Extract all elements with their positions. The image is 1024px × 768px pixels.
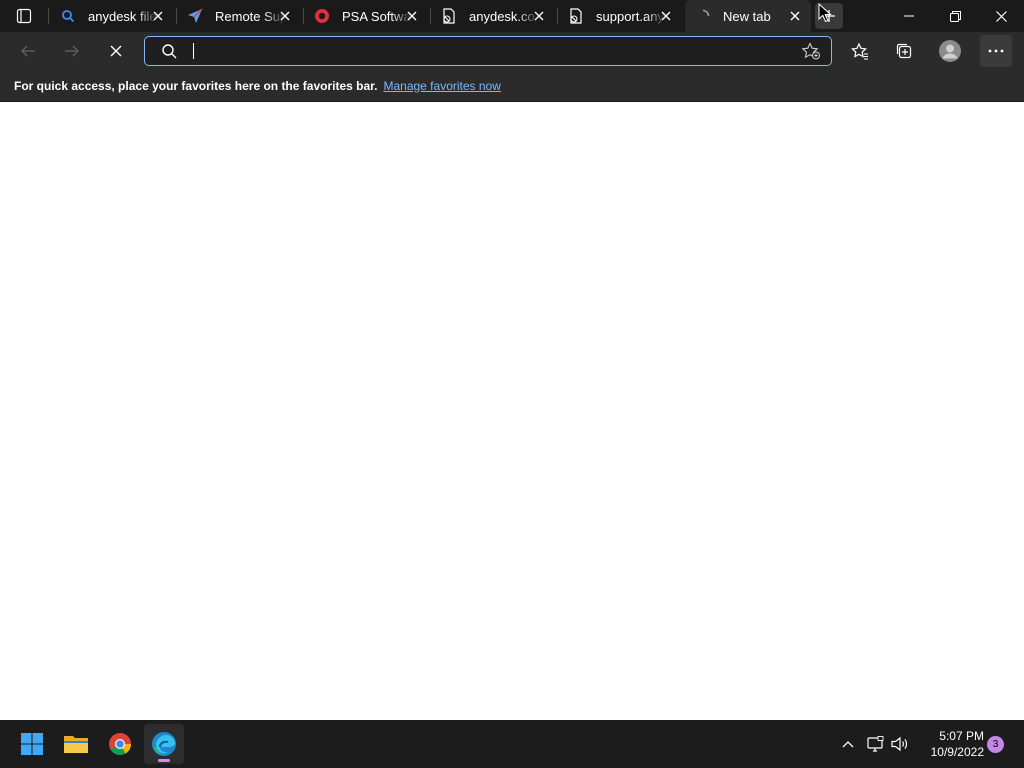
tab-support-anydesk[interactable]: support.any bbox=[558, 0, 682, 32]
favorites-bar: For quick access, place your favorites h… bbox=[0, 70, 1024, 102]
collections-icon bbox=[896, 43, 912, 59]
forward-button[interactable] bbox=[56, 35, 88, 67]
tab-title: New tab bbox=[723, 8, 771, 24]
search-icon bbox=[60, 8, 76, 24]
network-button[interactable] bbox=[864, 720, 886, 768]
edge-button[interactable] bbox=[144, 724, 184, 764]
file-explorer-icon bbox=[64, 736, 88, 753]
navigation-toolbar bbox=[0, 32, 1024, 70]
manage-favorites-link[interactable]: Manage favorites now bbox=[383, 79, 500, 93]
tab-close-icon[interactable] bbox=[531, 8, 547, 24]
close-window-button[interactable] bbox=[978, 0, 1024, 32]
stop-loading-button[interactable] bbox=[100, 35, 132, 67]
tab-separator bbox=[48, 8, 49, 24]
ring-icon bbox=[314, 8, 330, 24]
chrome-icon bbox=[109, 733, 131, 755]
tab-title: anydesk file bbox=[88, 8, 157, 24]
taskbar: 5:07 PM 10/9/2022 bbox=[0, 720, 1024, 768]
loading-icon bbox=[695, 8, 711, 24]
clock-date: 10/9/2022 bbox=[930, 745, 984, 759]
volume-icon bbox=[891, 736, 908, 752]
tab-close-icon[interactable] bbox=[787, 8, 803, 24]
collections-button[interactable] bbox=[888, 35, 920, 67]
desktop: anydesk file Remote Sup PSA Softwa anyde… bbox=[0, 0, 1024, 768]
close-icon bbox=[995, 10, 1007, 22]
address-input[interactable] bbox=[189, 40, 769, 62]
stop-icon bbox=[110, 45, 122, 57]
tab-close-icon[interactable] bbox=[150, 8, 166, 24]
favorites-icon bbox=[851, 42, 868, 60]
network-icon bbox=[867, 736, 884, 752]
tab-title: Remote Sup bbox=[215, 8, 285, 24]
chevron-up-icon bbox=[842, 741, 854, 748]
tab-anydesk-file[interactable]: anydesk file bbox=[50, 0, 174, 32]
volume-button[interactable] bbox=[889, 720, 911, 768]
back-button[interactable] bbox=[12, 35, 44, 67]
more-options-icon bbox=[988, 49, 1004, 53]
notification-badge[interactable]: 3 bbox=[987, 736, 1004, 753]
page-content[interactable] bbox=[0, 103, 1024, 720]
tab-anydesk-com[interactable]: anydesk.co bbox=[431, 0, 555, 32]
address-bar[interactable] bbox=[144, 36, 832, 66]
running-indicator bbox=[158, 759, 170, 762]
profile-button[interactable] bbox=[934, 35, 966, 67]
minimize-button[interactable] bbox=[886, 0, 932, 32]
back-arrow-icon bbox=[20, 45, 35, 57]
show-hidden-icons-button[interactable] bbox=[838, 720, 858, 768]
tab-close-icon[interactable] bbox=[277, 8, 293, 24]
tab-title: PSA Softwa bbox=[342, 8, 411, 24]
start-button[interactable] bbox=[12, 724, 52, 764]
tab-remote-support[interactable]: Remote Sup bbox=[177, 0, 301, 32]
restore-button[interactable] bbox=[932, 0, 978, 32]
edge-icon bbox=[152, 732, 176, 756]
tab-actions-icon bbox=[16, 8, 32, 24]
tab-actions-button[interactable] bbox=[8, 4, 40, 28]
clock-time: 5:07 PM bbox=[939, 729, 984, 743]
add-favorite-icon[interactable] bbox=[801, 42, 821, 60]
tab-psa-software[interactable]: PSA Softwa bbox=[304, 0, 428, 32]
minimize-icon bbox=[904, 15, 914, 17]
tab-title: support.any bbox=[596, 8, 664, 24]
mouse-cursor-icon bbox=[818, 3, 832, 23]
document-blocked-icon bbox=[568, 8, 584, 24]
tab-close-icon[interactable] bbox=[658, 8, 674, 24]
avatar-icon bbox=[939, 40, 961, 62]
paper-plane-icon bbox=[187, 8, 203, 24]
settings-and-more-button[interactable] bbox=[980, 35, 1012, 67]
forward-arrow-icon bbox=[65, 45, 80, 57]
document-blocked-icon bbox=[441, 8, 457, 24]
file-explorer-button[interactable] bbox=[56, 724, 96, 764]
favorites-button[interactable] bbox=[844, 35, 876, 67]
system-clock[interactable]: 5:07 PM 10/9/2022 bbox=[916, 728, 984, 760]
tab-strip: anydesk file Remote Sup PSA Softwa anyde… bbox=[0, 0, 1024, 32]
favorites-bar-message: For quick access, place your favorites h… bbox=[14, 78, 378, 93]
restore-icon bbox=[949, 10, 961, 22]
tab-title: anydesk.co bbox=[469, 8, 535, 24]
text-caret bbox=[193, 43, 194, 59]
tab-close-icon[interactable] bbox=[404, 8, 420, 24]
tab-new-tab[interactable]: New tab bbox=[685, 0, 811, 32]
search-icon bbox=[162, 44, 177, 59]
start-icon bbox=[21, 733, 43, 755]
chrome-button[interactable] bbox=[100, 724, 140, 764]
